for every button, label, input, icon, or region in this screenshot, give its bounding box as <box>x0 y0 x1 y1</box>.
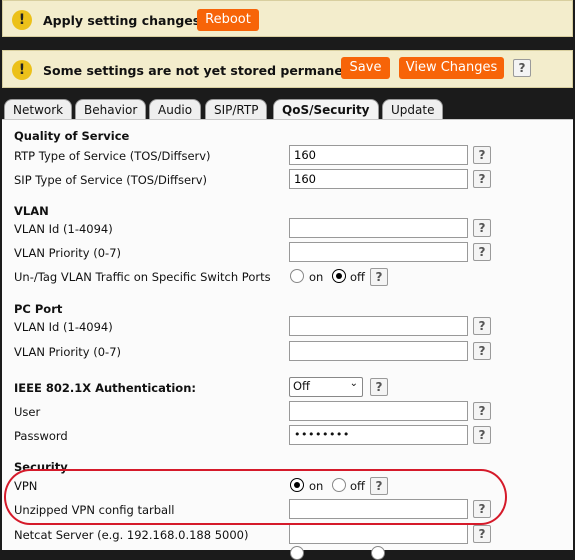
help-icon[interactable]: ? <box>473 402 491 420</box>
help-icon[interactable]: ? <box>473 525 491 543</box>
vlan-id-input[interactable] <box>289 218 468 238</box>
help-icon[interactable]: ? <box>473 317 491 335</box>
password-label: Password <box>14 429 68 443</box>
save-banner: ! Some settings are not yet stored perma… <box>2 50 573 88</box>
vlan-priority-input[interactable] <box>289 242 468 262</box>
tab-qos-security[interactable]: QoS/Security <box>273 99 379 119</box>
vlan-untag-label: Un-/Tag VLAN Traffic on Specific Switch … <box>14 270 271 284</box>
tab-sip-rtp[interactable]: SIP/RTP <box>205 99 268 119</box>
on-label: on <box>309 270 324 284</box>
password-input[interactable]: •••••••• <box>289 425 468 445</box>
user-label: User <box>14 405 41 419</box>
pc-port-heading: PC Port <box>14 302 63 316</box>
netcat-input[interactable] <box>289 524 468 544</box>
help-icon[interactable]: ? <box>473 219 491 237</box>
reboot-banner: ! Apply setting changes? Reboot <box>2 0 573 37</box>
help-icon[interactable]: ? <box>370 378 388 396</box>
sip-tos-label: SIP Type of Service (TOS/Diffserv) <box>14 173 208 187</box>
vlan-untag-on-radio[interactable] <box>290 269 304 283</box>
user-input[interactable] <box>289 401 468 421</box>
rtp-tos-label: RTP Type of Service (TOS/Diffserv) <box>14 149 211 163</box>
save-banner-text: Some settings are not yet stored permane… <box>43 63 374 78</box>
help-icon[interactable]: ? <box>473 146 491 164</box>
reboot-button[interactable]: Reboot <box>197 9 259 31</box>
vpn-highlight-annotation <box>4 469 507 525</box>
ieee-auth-value: Off <box>293 379 310 393</box>
help-icon[interactable]: ? <box>370 268 388 286</box>
view-changes-button[interactable]: View Changes <box>399 57 504 79</box>
sip-tos-input[interactable] <box>289 169 468 189</box>
chevron-down-icon: ⌄ <box>349 378 358 389</box>
netcat-label: Netcat Server (e.g. 192.168.0.188 5000) <box>14 528 249 542</box>
pc-vlan-id-label: VLAN Id (1-4094) <box>14 320 113 334</box>
tab-audio[interactable]: Audio <box>149 99 202 119</box>
tab-behavior[interactable]: Behavior <box>75 99 147 119</box>
radio-partial[interactable] <box>290 546 304 560</box>
save-button[interactable]: Save <box>341 57 390 79</box>
pc-vlan-priority-label: VLAN Priority (0-7) <box>14 345 122 359</box>
vlan-id-label: VLAN Id (1-4094) <box>14 222 113 236</box>
vlan-heading: VLAN <box>14 204 49 218</box>
tab-update[interactable]: Update <box>382 99 444 119</box>
pc-vlan-id-input[interactable] <box>289 316 468 336</box>
ieee-heading: IEEE 802.1X Authentication: <box>14 381 196 395</box>
help-icon[interactable]: ? <box>473 426 491 444</box>
vlan-priority-label: VLAN Priority (0-7) <box>14 246 122 260</box>
warning-icon: ! <box>12 10 32 30</box>
ieee-auth-select[interactable]: Off ⌄ <box>289 377 363 397</box>
reboot-banner-text: Apply setting changes? <box>43 13 208 28</box>
help-icon[interactable]: ? <box>473 342 491 360</box>
tab-network[interactable]: Network <box>4 99 73 119</box>
vlan-untag-off-radio[interactable] <box>332 269 346 283</box>
off-label: off <box>350 270 365 284</box>
rtp-tos-input[interactable] <box>289 145 468 165</box>
radio-partial[interactable] <box>371 546 385 560</box>
help-icon[interactable]: ? <box>473 170 491 188</box>
qos-heading: Quality of Service <box>14 129 130 143</box>
help-icon[interactable]: ? <box>513 59 531 77</box>
help-icon[interactable]: ? <box>473 243 491 261</box>
pc-vlan-priority-input[interactable] <box>289 341 468 361</box>
warning-icon: ! <box>12 60 32 80</box>
